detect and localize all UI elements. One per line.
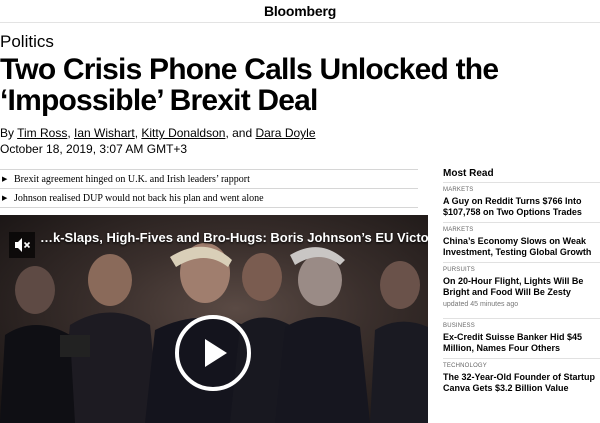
- summary-bullets: ▶ Brexit agreement hinged on U.K. and Iri…: [0, 169, 418, 208]
- play-icon: [205, 339, 227, 367]
- story-category: Markets: [443, 227, 474, 233]
- story-title[interactable]: Ex-Credit Suisse Banker Hid $45 Million,…: [443, 332, 600, 354]
- mute-icon: [15, 238, 31, 252]
- most-read-item[interactable]: Markets A Guy on Reddit Turns $766 Into …: [443, 182, 600, 222]
- triangle-right-icon: ▶: [2, 194, 8, 202]
- author-link[interactable]: Ian Wishart: [74, 126, 135, 140]
- play-button[interactable]: [175, 315, 251, 391]
- most-read-item[interactable]: Business Ex-Credit Suisse Banker Hid $45…: [443, 318, 600, 358]
- author-link[interactable]: Dara Doyle: [255, 126, 315, 140]
- story-title[interactable]: The 32-Year-Old Founder of Startup Canva…: [443, 372, 600, 394]
- most-read-sidebar: Most Read Markets A Guy on Reddit Turns …: [443, 168, 600, 398]
- story-category: Technology: [443, 363, 488, 369]
- story-title[interactable]: On 20-Hour Flight, Lights Will Be Bright…: [443, 276, 600, 298]
- triangle-right-icon: ▶: [2, 175, 8, 183]
- byline-prefix: By: [0, 126, 18, 140]
- section-label[interactable]: Politics: [0, 32, 54, 52]
- summary-bullet: ▶ Brexit agreement hinged on U.K. and Iri…: [0, 169, 418, 188]
- most-read-item[interactable]: Technology The 32-Year-Old Founder of St…: [443, 358, 600, 398]
- video-title: …k-Slaps, High-Fives and Bro-Hugs: Boris…: [40, 230, 428, 245]
- top-bar: Bloomberg: [0, 0, 600, 23]
- headline: Two Crisis Phone Calls Unlocked the ‘Imp…: [0, 53, 499, 117]
- bloomberg-logo[interactable]: Bloomberg: [0, 3, 600, 19]
- story-title[interactable]: China’s Economy Slows on Weak Investment…: [443, 236, 600, 258]
- summary-bullet: ▶ Johnson realised DUP would not back his…: [0, 188, 418, 208]
- author-link[interactable]: Tim Ross: [17, 126, 67, 140]
- story-category: Business: [443, 323, 475, 329]
- story-updated: updated 45 minutes ago: [443, 301, 519, 308]
- most-read-item[interactable]: Pursuits On 20-Hour Flight, Lights Will …: [443, 262, 600, 318]
- story-category: Markets: [443, 187, 474, 193]
- story-title[interactable]: A Guy on Reddit Turns $766 Into $107,758…: [443, 196, 600, 218]
- author-link[interactable]: Kitty Donaldson: [141, 126, 225, 140]
- most-read-item[interactable]: Markets China’s Economy Slows on Weak In…: [443, 222, 600, 262]
- mute-button[interactable]: [9, 232, 35, 258]
- publish-date: October 18, 2019, 3:07 AM GMT+3: [0, 142, 188, 156]
- video-player[interactable]: …k-Slaps, High-Fives and Bro-Hugs: Boris…: [0, 215, 428, 423]
- byline: By Tim Ross, Ian Wishart, Kitty Donaldso…: [0, 126, 316, 140]
- most-read-heading: Most Read: [443, 168, 494, 179]
- story-category: Pursuits: [443, 267, 475, 273]
